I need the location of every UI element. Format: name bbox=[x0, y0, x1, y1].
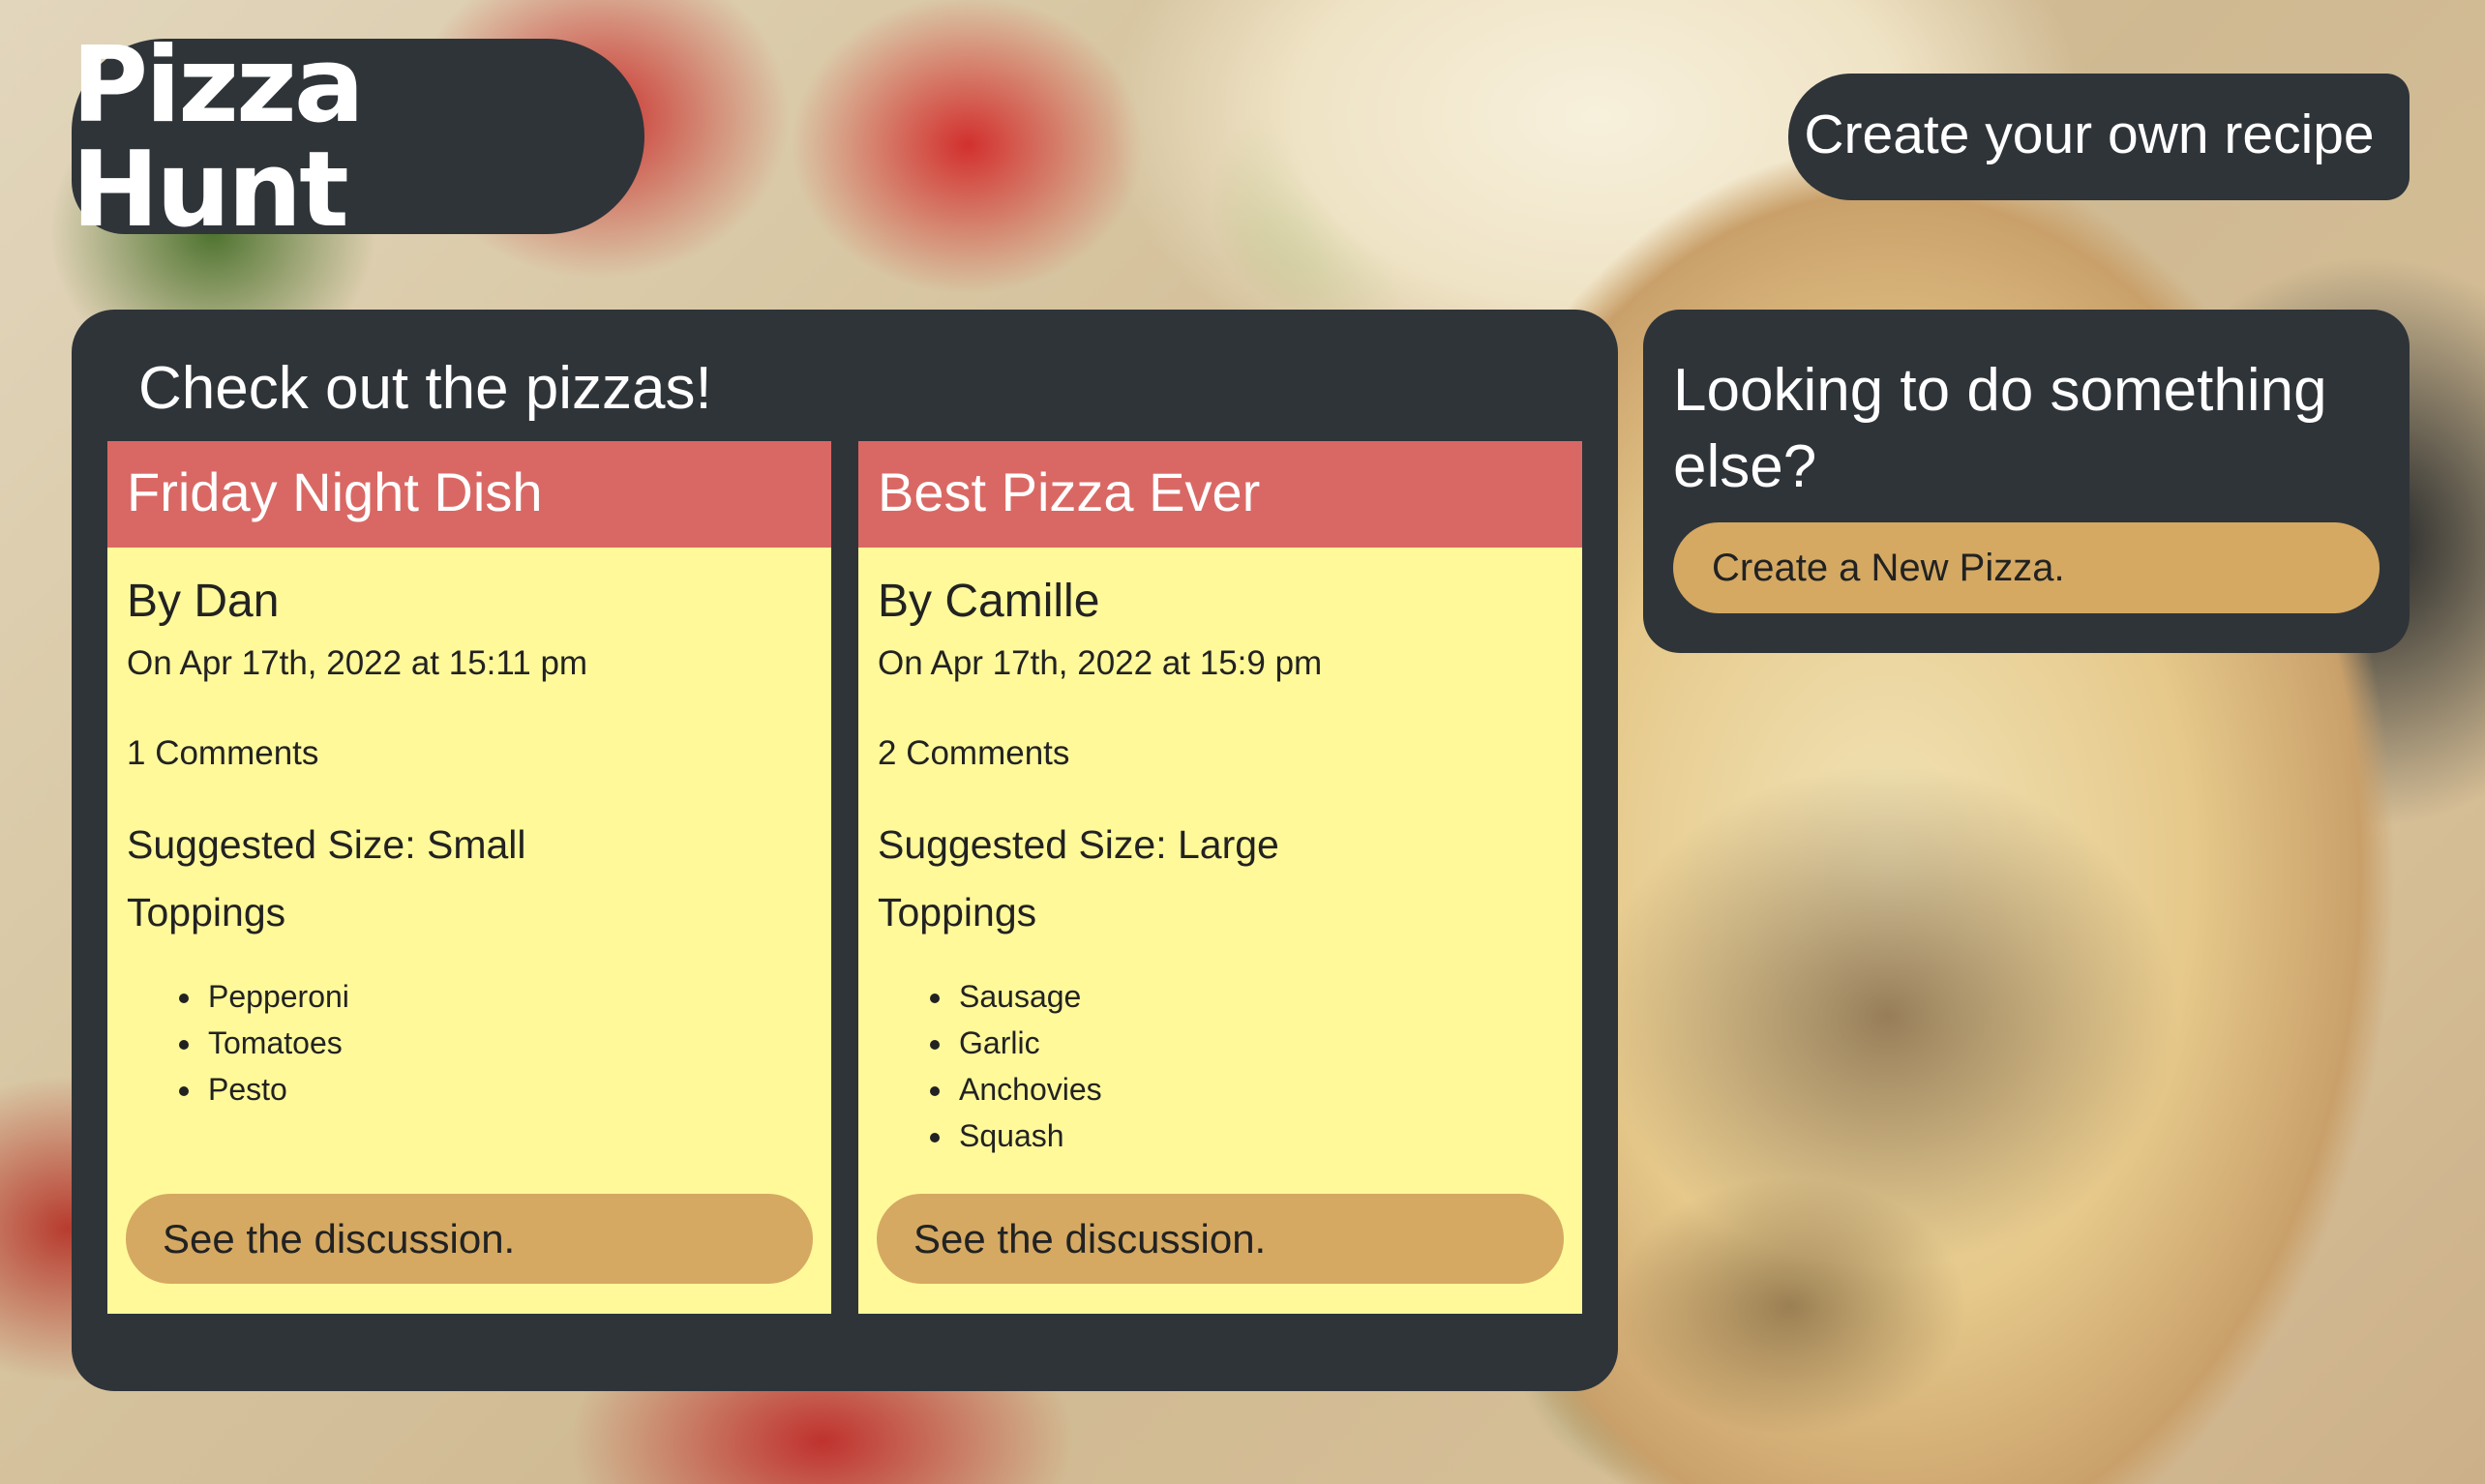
pizza-name: Friday Night Dish bbox=[107, 441, 831, 548]
top-nav: Create your own recipe bbox=[1788, 74, 2410, 200]
pizza-author: By Camille bbox=[878, 576, 1100, 627]
topping-item: Anchovies bbox=[955, 1066, 1563, 1113]
sidebar-panel: Looking to do something else? Create a N… bbox=[1643, 310, 2410, 653]
see-discussion-button[interactable]: See the discussion. bbox=[877, 1194, 1564, 1284]
pizza-cards: Friday Night Dish By Dan On Apr 17th, 20… bbox=[107, 441, 1582, 1314]
pizza-list-title: Check out the pizzas! bbox=[138, 355, 712, 422]
pizza-size: Suggested Size: Small bbox=[127, 821, 526, 867]
pizza-card-body: By Dan On Apr 17th, 2022 at 15:11 pm 1 C… bbox=[107, 576, 831, 1113]
pizza-card: Best Pizza Ever By Camille On Apr 17th, … bbox=[858, 441, 1582, 1314]
pizza-comment-count: 2 Comments bbox=[878, 734, 1070, 773]
toppings-list: Pepperoni Tomatoes Pesto bbox=[127, 973, 812, 1113]
pizza-size: Suggested Size: Large bbox=[878, 821, 1279, 867]
topping-item: Sausage bbox=[955, 973, 1563, 1020]
topping-item: Tomatoes bbox=[204, 1020, 812, 1066]
pizza-date: On Apr 17th, 2022 at 15:9 pm bbox=[878, 643, 1323, 682]
create-new-pizza-button[interactable]: Create a New Pizza. bbox=[1673, 522, 2380, 613]
pizza-author: By Dan bbox=[127, 576, 280, 627]
topping-item: Pepperoni bbox=[204, 973, 812, 1020]
sidebar-title: Looking to do something else? bbox=[1673, 357, 2327, 501]
create-recipe-link[interactable]: Create your own recipe bbox=[1804, 107, 2374, 163]
toppings-list: Sausage Garlic Anchovies Squash bbox=[878, 973, 1563, 1159]
brand-pill: Pizza Hunt bbox=[72, 34, 644, 243]
pizza-date: On Apr 17th, 2022 at 15:11 pm bbox=[127, 643, 588, 682]
pizza-card: Friday Night Dish By Dan On Apr 17th, 20… bbox=[107, 441, 831, 1314]
see-discussion-button[interactable]: See the discussion. bbox=[126, 1194, 813, 1284]
topping-item: Pesto bbox=[204, 1066, 812, 1113]
pizza-list-panel: Check out the pizzas! Friday Night Dish … bbox=[72, 310, 1618, 1391]
toppings-label: Toppings bbox=[127, 889, 286, 935]
pizza-card-body: By Camille On Apr 17th, 2022 at 15:9 pm … bbox=[858, 576, 1582, 1159]
toppings-label: Toppings bbox=[878, 889, 1037, 935]
site-title: Pizza Hunt bbox=[72, 25, 365, 251]
topping-item: Garlic bbox=[955, 1020, 1563, 1066]
pizza-comment-count: 1 Comments bbox=[127, 734, 319, 773]
topping-item: Squash bbox=[955, 1113, 1563, 1159]
pizza-name: Best Pizza Ever bbox=[858, 441, 1582, 548]
